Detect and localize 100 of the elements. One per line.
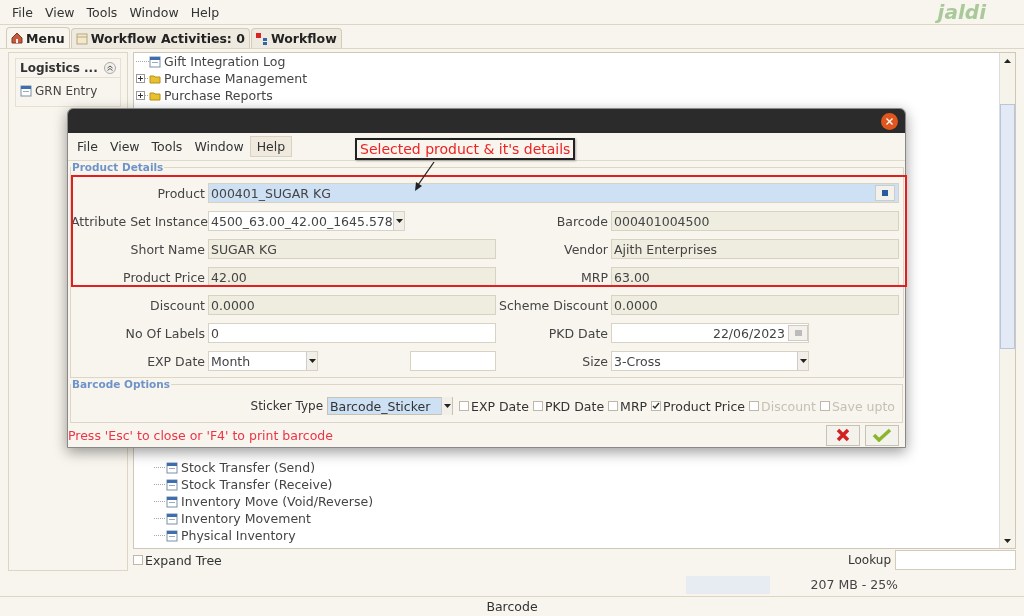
workflow-icon <box>255 32 268 45</box>
field-label: Size <box>581 353 608 369</box>
field-label: Short Name <box>129 241 205 257</box>
check-icon <box>872 428 892 442</box>
annotation-callout: Selected product & it's details <box>355 138 576 160</box>
readonly-field: Ajith Enterprises <box>611 239 899 259</box>
lookup-button[interactable] <box>875 185 895 201</box>
tab[interactable]: Workflow <box>250 28 342 48</box>
lookup-field[interactable] <box>895 550 1016 570</box>
field-label: Scheme Discount <box>499 297 608 313</box>
menu-item[interactable]: Help <box>249 136 293 157</box>
field-label: Vendor <box>563 241 608 257</box>
readonly-field: 63.00 <box>611 267 899 287</box>
field-label: PKD Date <box>547 325 608 341</box>
expand-icon <box>136 74 145 83</box>
readonly-field: 000401004500 <box>611 211 899 231</box>
tree-item[interactable]: Stock Transfer (Send) <box>181 460 316 475</box>
readonly-field: 42.00 <box>208 267 496 287</box>
menu-item[interactable]: View <box>103 137 146 156</box>
field-label: MRP <box>580 269 608 285</box>
sidebar-title: Logistics ... <box>20 61 98 75</box>
dropdown[interactable]: 4500_63.00_42.00_1645.578 <box>208 211 405 231</box>
menu-item[interactable]: File <box>6 2 39 22</box>
scrollbar[interactable] <box>999 53 1015 548</box>
sidebar-item[interactable]: GRN Entry <box>35 84 98 98</box>
window-icon <box>149 55 161 68</box>
dropdown[interactable]: Barcode_Sticker <box>327 397 453 415</box>
tree-item[interactable]: Purchase Management <box>164 71 308 86</box>
field-label: EXP Date <box>146 353 205 369</box>
expand-tree-checkbox[interactable]: Expand Tree <box>133 552 222 568</box>
tree-line <box>145 95 149 96</box>
expand-icon <box>136 91 145 100</box>
window-icon <box>166 529 178 542</box>
tree-line <box>145 78 149 79</box>
menu-item[interactable]: File <box>71 137 104 156</box>
input-field[interactable]: 0 <box>208 323 496 343</box>
logo: jaldi <box>937 0 986 24</box>
readonly-field: 0.0000 <box>208 295 496 315</box>
field-label: Discount <box>149 297 205 313</box>
menu-item[interactable]: Window <box>123 2 185 22</box>
cancel-button[interactable] <box>826 424 860 446</box>
folder-icon <box>149 72 161 85</box>
caret-icon <box>443 404 451 408</box>
dropdown[interactable]: Month <box>208 351 318 371</box>
folder-icon <box>149 89 161 102</box>
section-title: Product Details <box>71 161 165 173</box>
tree-line <box>154 501 166 502</box>
menu-item[interactable]: Window <box>188 137 250 156</box>
input-field[interactable] <box>410 351 496 371</box>
window-icon <box>166 478 178 491</box>
checkbox[interactable]: Product Price <box>651 398 746 414</box>
ok-button[interactable] <box>865 424 899 446</box>
product-field[interactable]: 000401_SUGAR KG <box>208 183 899 203</box>
dropdown[interactable]: 3-Cross <box>611 351 809 371</box>
field-label: Sticker Type <box>250 399 323 413</box>
date-field[interactable]: 22/06/2023 <box>611 323 809 343</box>
tree-item[interactable]: Physical Inventory <box>181 528 296 543</box>
tree-line <box>136 61 149 62</box>
lookup-label: Lookup <box>848 553 891 567</box>
readonly-field: 0.0000 <box>611 295 899 315</box>
window-icon <box>166 461 178 474</box>
collapse-icon <box>104 62 116 74</box>
tab[interactable]: Workflow Activities: 0 <box>70 28 250 48</box>
hint-text: Press 'Esc' to close or 'F4' to print barcode <box>68 427 333 443</box>
caret-icon <box>395 219 403 223</box>
window-icon <box>20 85 32 97</box>
tree-item[interactable]: Gift Integration Log <box>164 54 286 69</box>
readonly-field: SUGAR KG <box>208 239 496 259</box>
field-label: Barcode <box>555 213 608 229</box>
menu-item[interactable]: Tools <box>80 2 124 22</box>
checkbox[interactable]: PKD Date <box>532 398 605 414</box>
checkbox[interactable]: MRP <box>608 398 648 414</box>
calendar-button[interactable] <box>788 325 808 341</box>
checkbox[interactable]: EXP Date <box>459 398 529 414</box>
status-text: Barcode <box>486 599 538 614</box>
menu-item[interactable]: Help <box>184 2 226 22</box>
menu-item[interactable]: View <box>38 2 81 22</box>
tree-item[interactable]: Stock Transfer (Receive) <box>181 477 333 492</box>
tree-line <box>154 535 166 536</box>
section-title: Barcode Options <box>71 378 171 390</box>
field-label: Product <box>156 185 205 201</box>
field-label: Product Price <box>122 269 205 285</box>
memory-reading: 207 MB - 25% <box>810 577 898 592</box>
close-icon[interactable] <box>881 112 898 130</box>
tree-item[interactable]: Inventory Move (Void/Reverse) <box>181 494 374 509</box>
window-icon <box>166 495 178 508</box>
tree-item[interactable]: Purchase Reports <box>164 88 273 103</box>
tree-line <box>154 484 166 485</box>
home-icon <box>11 32 23 44</box>
check-icon <box>652 402 661 410</box>
calendar-icon <box>794 330 802 336</box>
caret-icon <box>308 359 316 363</box>
window-icon <box>166 512 178 525</box>
tree-item[interactable]: Inventory Movement <box>181 511 311 526</box>
tab[interactable]: Menu <box>6 27 70 48</box>
field-label: No Of Labels <box>124 325 205 341</box>
menu-item[interactable]: Tools <box>145 137 189 156</box>
square-icon <box>882 190 888 196</box>
tree-line <box>154 467 166 468</box>
tree-line <box>154 518 166 519</box>
